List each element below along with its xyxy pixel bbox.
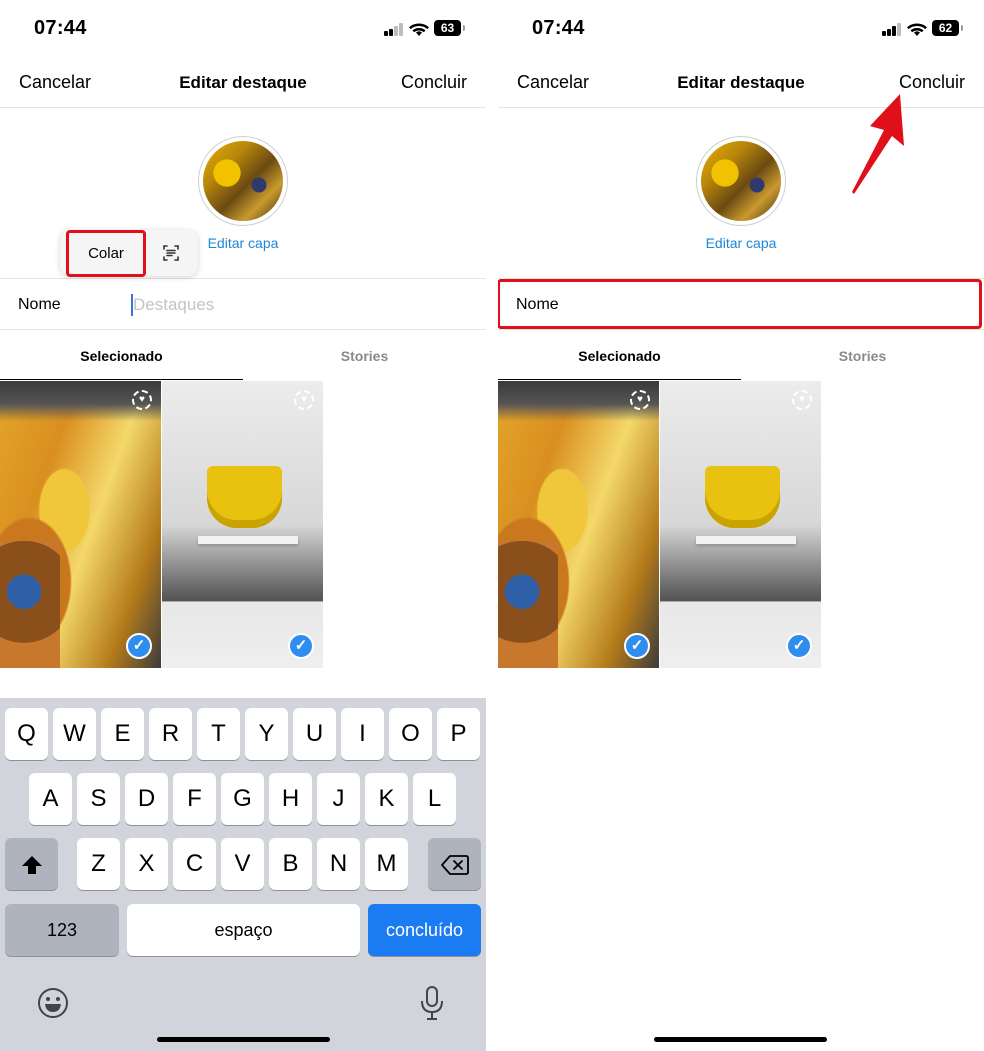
status-bar: 07:44 63 (0, 0, 486, 56)
heart-icon: ♥ (132, 390, 152, 410)
cover-image (203, 141, 283, 221)
highlight-cover[interactable] (198, 136, 288, 226)
done-button[interactable]: Concluir (899, 72, 965, 93)
key-e[interactable]: E (101, 708, 144, 760)
cover-image (701, 141, 781, 221)
story-thumbnail[interactable]: ♥ ✓ (498, 381, 659, 668)
key-p[interactable]: P (437, 708, 480, 760)
wifi-icon (907, 23, 927, 36)
status-bar: 07:44 62 (498, 0, 984, 56)
tab-stories[interactable]: Stories (741, 333, 984, 381)
edit-cover-link[interactable]: Editar capa (498, 235, 984, 251)
tab-stories[interactable]: Stories (243, 333, 486, 381)
nav-header: Cancelar Editar destaque Concluir (0, 56, 486, 108)
text-caret (131, 294, 133, 316)
key-x[interactable]: X (125, 838, 168, 890)
status-time: 07:44 (532, 17, 585, 39)
checkmark-icon[interactable]: ✓ (126, 633, 152, 659)
tab-bar: Selecionado Stories (498, 333, 984, 381)
key-k[interactable]: K (365, 773, 408, 825)
emoji-icon[interactable] (36, 986, 70, 1020)
numbers-key[interactable]: 123 (5, 904, 119, 956)
tab-selected[interactable]: Selecionado (498, 333, 741, 381)
battery-level: 62 (932, 20, 963, 36)
tab-bar: Selecionado Stories (0, 333, 486, 381)
heart-icon: ♥ (792, 390, 812, 410)
edit-menu-popup: Colar (60, 230, 198, 276)
key-b[interactable]: B (269, 838, 312, 890)
key-a[interactable]: A (29, 773, 72, 825)
red-arrow-icon (852, 94, 904, 194)
key-t[interactable]: T (197, 708, 240, 760)
name-input[interactable] (516, 292, 816, 318)
key-m[interactable]: M (365, 838, 408, 890)
key-s[interactable]: S (77, 773, 120, 825)
story-grid: ♥ ✓ ♥ ✓ (0, 381, 324, 668)
wifi-icon (409, 23, 429, 36)
key-n[interactable]: N (317, 838, 360, 890)
heart-icon: ♥ (294, 390, 314, 410)
story-thumbnail[interactable]: ♥ ✓ (162, 381, 323, 668)
tab-selected[interactable]: Selecionado (0, 333, 243, 381)
home-indicator (157, 1037, 330, 1042)
scan-text-icon[interactable] (156, 238, 186, 268)
key-v[interactable]: V (221, 838, 264, 890)
story-grid: ♥ ✓ ♥ ✓ (498, 381, 822, 668)
key-y[interactable]: Y (245, 708, 288, 760)
story-thumbnail[interactable]: ♥ ✓ (0, 381, 161, 668)
microphone-icon[interactable] (418, 984, 446, 1022)
screen-before: 07:44 63 Cancelar Editar destaque Conclu… (0, 0, 486, 1051)
battery-level: 63 (434, 20, 465, 36)
tab-indicator (498, 379, 741, 380)
key-d[interactable]: D (125, 773, 168, 825)
key-o[interactable]: O (389, 708, 432, 760)
space-key[interactable]: espaço (127, 904, 360, 956)
key-r[interactable]: R (149, 708, 192, 760)
highlight-cover[interactable] (696, 136, 786, 226)
key-w[interactable]: W (53, 708, 96, 760)
name-label: Nome (18, 296, 61, 313)
story-thumbnail[interactable]: ♥ ✓ (660, 381, 821, 668)
home-indicator (654, 1037, 827, 1042)
tab-indicator (0, 379, 243, 380)
status-time: 07:44 (34, 17, 87, 39)
name-input[interactable] (133, 292, 433, 318)
cellular-signal-icon (882, 23, 902, 36)
name-row (498, 278, 984, 330)
backspace-icon[interactable] (428, 838, 481, 890)
checkmark-icon[interactable]: ✓ (288, 633, 314, 659)
key-u[interactable]: U (293, 708, 336, 760)
key-z[interactable]: Z (77, 838, 120, 890)
done-key[interactable]: concluído (368, 904, 481, 956)
done-button[interactable]: Concluir (401, 72, 467, 93)
key-l[interactable]: L (413, 773, 456, 825)
heart-icon: ♥ (630, 390, 650, 410)
name-row: Nome (0, 278, 486, 330)
key-g[interactable]: G (221, 773, 264, 825)
keyboard: Q W E R T Y U I O P A S D F G H J K L Z … (0, 698, 486, 1051)
paste-button[interactable]: Colar (68, 232, 144, 274)
nav-header: Cancelar Editar destaque Concluir (498, 56, 984, 108)
key-h[interactable]: H (269, 773, 312, 825)
cellular-signal-icon (384, 23, 404, 36)
key-f[interactable]: F (173, 773, 216, 825)
key-c[interactable]: C (173, 838, 216, 890)
key-i[interactable]: I (341, 708, 384, 760)
key-j[interactable]: J (317, 773, 360, 825)
screen-after: 07:44 62 Cancelar Editar destaque Conclu… (498, 0, 984, 1051)
checkmark-icon[interactable]: ✓ (786, 633, 812, 659)
key-q[interactable]: Q (5, 708, 48, 760)
checkmark-icon[interactable]: ✓ (624, 633, 650, 659)
shift-icon[interactable] (5, 838, 58, 890)
